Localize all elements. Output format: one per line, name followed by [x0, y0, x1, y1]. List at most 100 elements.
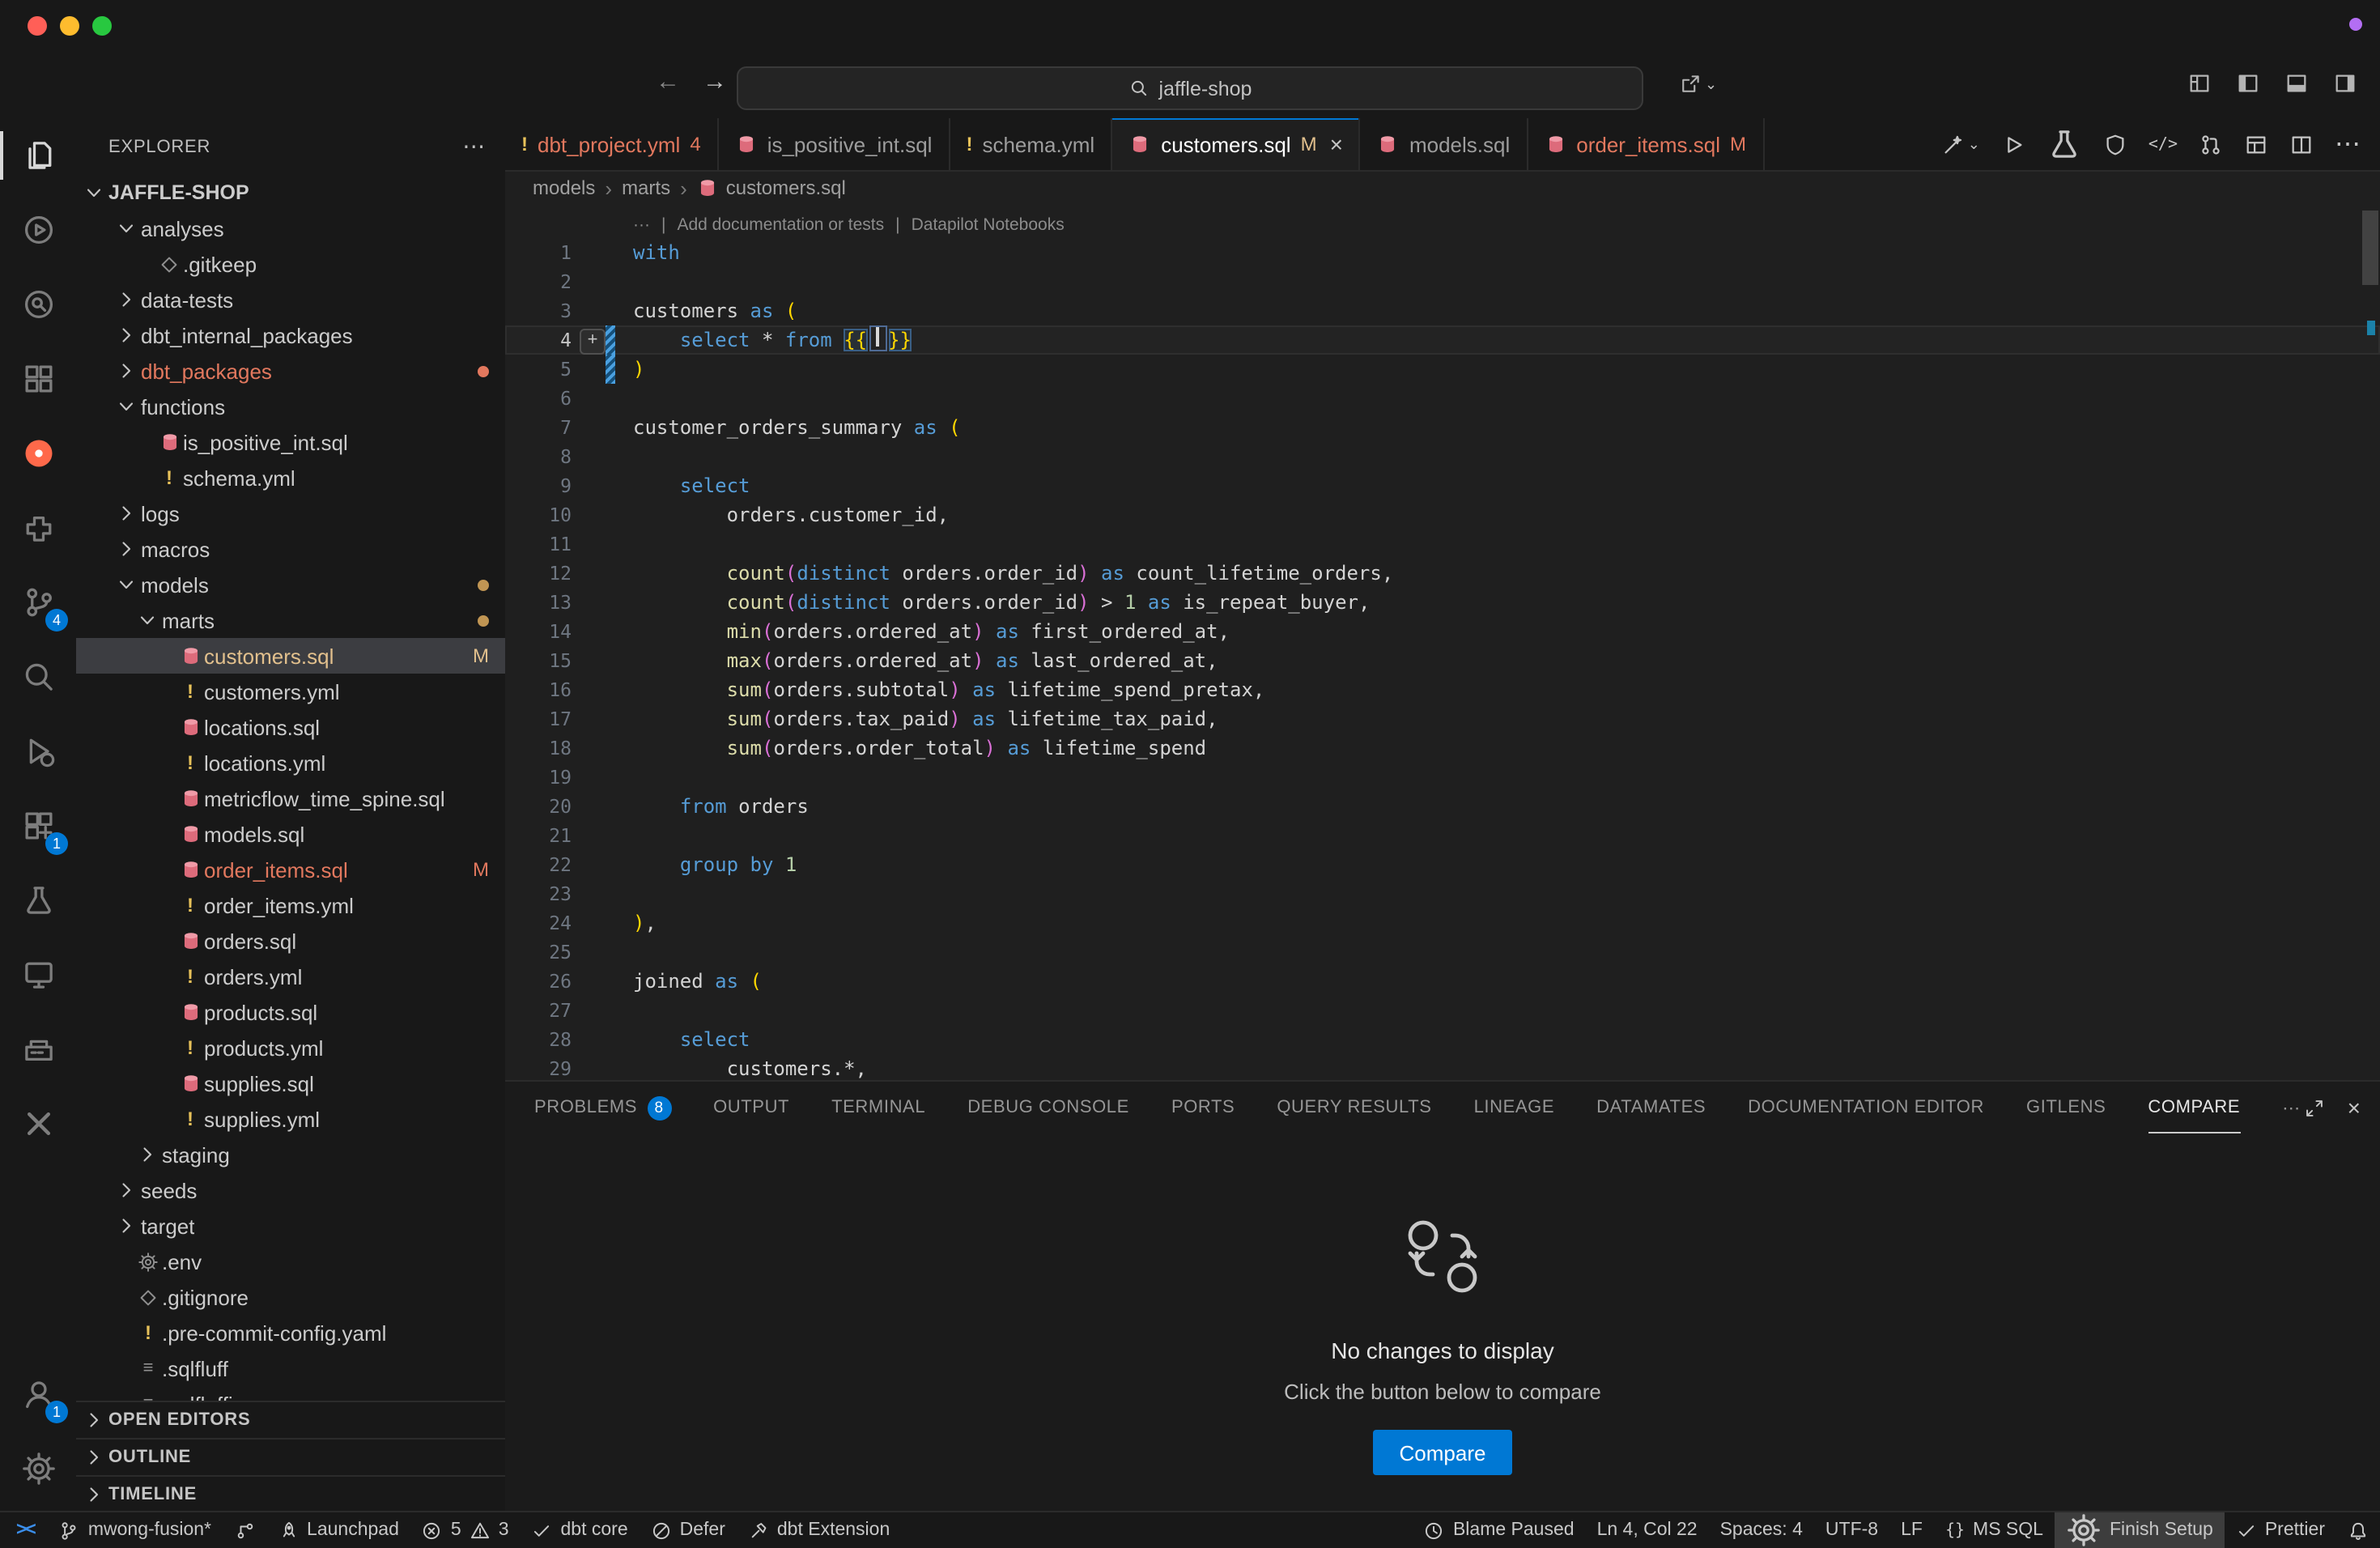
tree-item-env[interactable]: .env	[76, 1244, 505, 1279]
panel-tab-compare[interactable]: COMPARE	[2148, 1082, 2240, 1133]
query-results-button[interactable]	[2244, 132, 2268, 156]
toggle-secondary-sidebar-button[interactable]	[2333, 71, 2357, 96]
panel-tab-query-results[interactable]: QUERY RESULTS	[1277, 1082, 1431, 1133]
activity-remote-explorer[interactable]	[0, 938, 76, 1012]
code-line[interactable]: 11	[505, 529, 2380, 559]
code-line[interactable]: 17 sum(orders.tax_paid) as lifetime_tax_…	[505, 704, 2380, 734]
activity-puzzle[interactable]	[0, 491, 76, 565]
tree-item-models-sql[interactable]: models.sql	[76, 816, 505, 852]
tree-item-products-yml[interactable]: !products.yml	[76, 1030, 505, 1065]
tree-item-sqlfluffignore[interactable]: ≡.sqlfluffignore	[76, 1386, 505, 1401]
tree-item-order-items-sql[interactable]: order_items.sqlM	[76, 852, 505, 887]
tree-item-models[interactable]: models	[76, 567, 505, 602]
tree-item-supplies-yml[interactable]: !supplies.yml	[76, 1101, 505, 1137]
validate-project-button[interactable]	[2103, 132, 2127, 156]
codelens-link[interactable]: ···	[633, 212, 650, 238]
code-line[interactable]: 24),	[505, 908, 2380, 938]
maximize-panel-icon[interactable]	[2304, 1097, 2325, 1118]
panel-tab-terminal[interactable]: TERMINAL	[831, 1082, 925, 1133]
tab-models-sql[interactable]: models.sql	[1361, 118, 1528, 170]
tree-item-jaffle-shop[interactable]: JAFFLE-SHOP	[76, 175, 505, 211]
tree-item-logs[interactable]: logs	[76, 495, 505, 531]
share-button[interactable]: ⌄	[1679, 73, 1717, 96]
tree-item-gitignore[interactable]: .gitignore	[76, 1279, 505, 1315]
tree-item-customers-yml[interactable]: !customers.yml	[76, 674, 505, 709]
status-finish-setup[interactable]: Finish Setup	[2055, 1512, 2225, 1548]
code-line[interactable]: 19	[505, 763, 2380, 792]
breadcrumb-item-marts[interactable]: marts	[622, 176, 670, 199]
code-line[interactable]: 28 select	[505, 1025, 2380, 1054]
status-dbt-extension[interactable]: dbt Extension	[737, 1512, 901, 1548]
code-line[interactable]: 6	[505, 384, 2380, 413]
status-defer[interactable]: Defer	[640, 1512, 737, 1548]
code-line[interactable]: 18 sum(orders.order_total) as lifetime_s…	[505, 734, 2380, 763]
code-line[interactable]: 23	[505, 879, 2380, 908]
activity-run-and-debug[interactable]	[0, 714, 76, 789]
status-language-mode[interactable]: {}MS SQL	[1934, 1512, 2055, 1548]
activity-settings[interactable]	[0, 1431, 76, 1506]
tree-item-gitkeep[interactable]: .gitkeep	[76, 246, 505, 282]
close-panel-icon[interactable]: ×	[2348, 1095, 2361, 1121]
tree-item-is-positive-int-sql[interactable]: is_positive_int.sql	[76, 424, 505, 460]
git-pull-request-button[interactable]	[2199, 132, 2223, 156]
panel-tab-datamates[interactable]: DATAMATES	[1596, 1082, 1706, 1133]
customize-layout-button[interactable]	[2187, 71, 2212, 96]
panel-tab-lineage[interactable]: LINEAGE	[1474, 1082, 1555, 1133]
section-outline[interactable]: OUTLINE	[76, 1438, 505, 1475]
tab-customers-sql[interactable]: customers.sqlM×	[1112, 118, 1361, 170]
code-line[interactable]: 16 sum(orders.subtotal) as lifetime_spen…	[505, 675, 2380, 704]
code-line[interactable]: 9 select	[505, 471, 2380, 500]
tree-item-pre-commit-config-yaml[interactable]: !.pre-commit-config.yaml	[76, 1315, 505, 1350]
minimize-window-button[interactable]	[60, 16, 79, 36]
activity-dbt-run[interactable]	[0, 193, 76, 267]
section-open-editors[interactable]: OPEN EDITORS	[76, 1401, 505, 1438]
code-line[interactable]: 27	[505, 996, 2380, 1025]
toggle-panel-button[interactable]	[2284, 71, 2309, 96]
activity-testing[interactable]	[0, 863, 76, 938]
status-problems[interactable]: 53	[410, 1512, 521, 1548]
test-model-button[interactable]	[2046, 126, 2082, 162]
panel-tab-documentation-editor[interactable]: DOCUMENTATION EDITOR	[1748, 1082, 1984, 1133]
status-remote-indicator[interactable]: ><	[0, 1512, 48, 1548]
status-notifications[interactable]	[2336, 1512, 2380, 1548]
split-editor-button[interactable]	[2289, 132, 2314, 156]
activity-dbt-docs[interactable]	[0, 267, 76, 342]
activity-accounts[interactable]: 1	[0, 1357, 76, 1431]
tree-item-dbt-packages[interactable]: dbt_packages	[76, 353, 505, 389]
codelens-link[interactable]: Add documentation or tests	[677, 212, 884, 238]
section-timeline[interactable]: TIMELINE	[76, 1475, 505, 1512]
zoom-window-button[interactable]	[92, 16, 112, 36]
panel-tab-ports[interactable]: PORTS	[1171, 1082, 1235, 1133]
code-line[interactable]: 20 from orders	[505, 792, 2380, 821]
tree-item-marts[interactable]: marts	[76, 602, 505, 638]
navigate-back-button[interactable]: ←	[656, 68, 680, 96]
status-cursor-position[interactable]: Ln 4, Col 22	[1586, 1512, 1709, 1548]
status-blame-status[interactable]: Blame Paused	[1413, 1512, 1586, 1548]
code-editor[interactable]: ···|Add documentation or tests|Datapilot…	[505, 204, 2380, 1080]
activity-search[interactable]	[0, 640, 76, 714]
close-window-button[interactable]	[28, 16, 47, 36]
tab-dbt-project-yml[interactable]: !dbt_project.yml4	[505, 118, 719, 170]
editor-scrollbar[interactable]	[2362, 211, 2378, 285]
status-commit-graph[interactable]	[223, 1512, 266, 1548]
tree-item-seeds[interactable]: seeds	[76, 1172, 505, 1208]
code-line[interactable]: 13 count(distinct orders.order_id) > 1 a…	[505, 588, 2380, 617]
activity-extensions[interactable]: 1	[0, 789, 76, 863]
compare-button[interactable]: Compare	[1374, 1430, 1512, 1475]
code-line[interactable]: 10 orders.customer_id,	[505, 500, 2380, 529]
close-icon[interactable]: ×	[1330, 131, 1343, 157]
code-line[interactable]: 21	[505, 821, 2380, 850]
tree-item-analyses[interactable]: analyses	[76, 211, 505, 246]
activity-dbt[interactable]	[0, 416, 76, 491]
code-line[interactable]: 29 customers.*,	[505, 1054, 2380, 1080]
codelens-link[interactable]: Datapilot Notebooks	[912, 212, 1065, 238]
status-eol[interactable]: LF	[1889, 1512, 1934, 1548]
activity-containers[interactable]	[0, 1012, 76, 1087]
activity-explorer[interactable]	[0, 118, 76, 193]
status-launchpad[interactable]: Launchpad	[266, 1512, 410, 1548]
panel-tab-debug-console[interactable]: DEBUG CONSOLE	[967, 1082, 1129, 1133]
tree-item-sqlfluff[interactable]: ≡.sqlfluff	[76, 1350, 505, 1386]
code-line[interactable]: 8	[505, 442, 2380, 471]
code-line[interactable]: 26joined as (	[505, 967, 2380, 996]
panel-tab-gitlens[interactable]: GITLENS	[2026, 1082, 2106, 1133]
